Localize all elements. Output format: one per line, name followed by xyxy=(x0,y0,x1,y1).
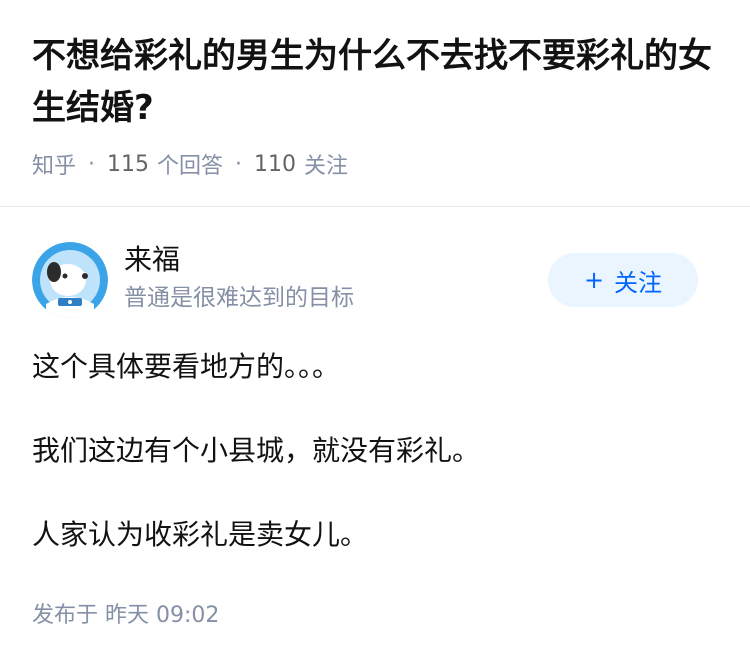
answer-card: 来福 普通是很难达到的目标 + 关注 这个具体要看地方的。。。 我们这边有个小县… xyxy=(0,237,750,629)
follower-count: 110 xyxy=(254,151,297,177)
answer-count: 115 xyxy=(107,151,150,177)
author-info: 来福 普通是很难达到的目标 xyxy=(124,242,354,314)
author-bio: 普通是很难达到的目标 xyxy=(124,285,354,311)
author-name[interactable]: 来福 xyxy=(124,242,354,278)
author-row: 来福 普通是很难达到的目标 + 关注 xyxy=(32,237,718,347)
answer-paragraph: 人家认为收彩礼是卖女儿。 xyxy=(32,518,369,551)
publish-timestamp: 昨天 09:02 xyxy=(105,603,220,628)
publish-prefix: 发布于 xyxy=(32,603,99,628)
question-header: 不想给彩礼的男生为什么不去找不要彩礼的女生结婚? 知乎 · 115 个回答 · … xyxy=(0,0,750,180)
source-label: 知乎 xyxy=(32,154,77,179)
plus-icon: + xyxy=(583,266,605,294)
avatar[interactable] xyxy=(32,242,108,318)
follow-button[interactable]: + 关注 xyxy=(548,253,698,307)
answer-body: 这个具体要看地方的。。。 我们这边有个小县城，就没有彩礼。 人家认为收彩礼是卖女… xyxy=(32,347,718,555)
question-meta: 知乎 · 115 个回答 · 110 关注 xyxy=(32,148,718,180)
question-title[interactable]: 不想给彩礼的男生为什么不去找不要彩礼的女生结婚? xyxy=(32,30,718,134)
astronaut-dog-avatar-icon xyxy=(32,242,108,318)
answer-paragraph: 这个具体要看地方的。。。 xyxy=(32,350,341,383)
answer-count-label: 个回答 xyxy=(157,154,224,179)
follow-label: 关注 xyxy=(614,268,663,297)
publish-time: 发布于 昨天 09:02 xyxy=(32,597,718,629)
follower-count-label: 关注 xyxy=(304,154,349,179)
divider xyxy=(0,206,750,207)
answer-paragraph: 我们这边有个小县城，就没有彩礼。 xyxy=(32,434,481,467)
separator-dot: · xyxy=(88,151,96,177)
separator-dot: · xyxy=(235,151,243,177)
